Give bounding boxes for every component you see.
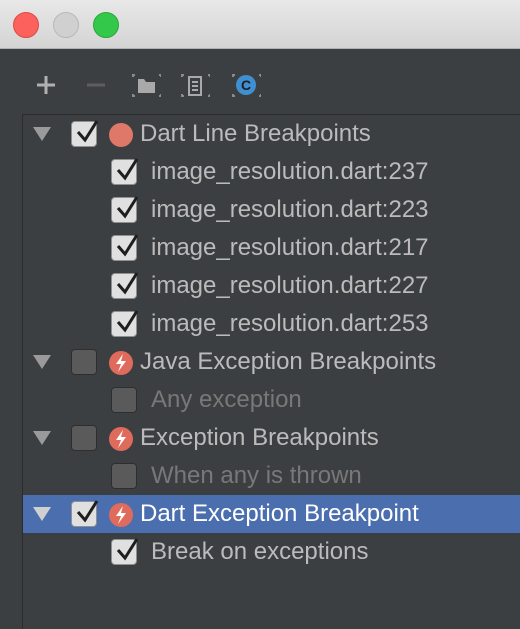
exception-breakpoint-icon [109,427,133,451]
tree-leaf-line-253[interactable]: image_resolution.dart:253 [23,305,520,343]
group-by-file-button[interactable] [131,70,161,100]
tree-leaf-label: image_resolution.dart:223 [151,196,429,223]
checkbox-break-on-exceptions[interactable] [111,538,139,565]
checkbox-any-exception[interactable] [111,387,137,413]
checkbox-exception-breakpoints[interactable] [71,425,97,451]
tree-leaf-label: image_resolution.dart:217 [151,234,429,261]
folder-icon [132,74,161,97]
tree-leaf-any-exception[interactable]: Any exception [23,381,520,419]
checkmark-icon [76,500,99,523]
tree-leaf-break-on-exceptions[interactable]: Break on exceptions [23,533,520,571]
checkbox-line-237[interactable] [111,158,139,185]
minimize-window-button[interactable] [53,12,79,38]
checkbox-when-any-thrown[interactable] [111,463,137,489]
checkbox-line-223[interactable] [111,196,139,223]
checkbox-line-253[interactable] [111,310,139,337]
maximize-window-button[interactable] [93,12,119,38]
tree-leaf-line-237[interactable]: image_resolution.dart:237 [23,153,520,191]
clipboard-icon [181,74,210,97]
expand-triangle-icon[interactable] [33,127,51,141]
tree-node-java-exception-breakpoints[interactable]: Java Exception Breakpoints [23,343,520,381]
class-icon-glyph: C [241,77,251,93]
tree-leaf-label: image_resolution.dart:227 [151,272,429,299]
group-by-class-button[interactable] [180,70,210,100]
checkmark-icon [116,196,139,219]
remove-breakpoint-button[interactable] [81,70,111,100]
exception-breakpoint-icon [109,503,133,527]
tree-node-label: Dart Line Breakpoints [140,120,371,147]
checkbox-line-227[interactable] [111,272,139,299]
tree-node-dart-line-breakpoints[interactable]: Dart Line Breakpoints [23,115,520,153]
checkmark-icon [116,272,139,295]
group-by-package-button[interactable]: C [231,70,261,100]
tree-node-exception-breakpoints[interactable]: Exception Breakpoints [23,419,520,457]
tree-leaf-when-any-thrown[interactable]: When any is thrown [23,457,520,495]
checkmark-icon [116,234,139,257]
checkmark-icon [116,310,139,333]
tree-node-label: Java Exception Breakpoints [140,348,437,375]
add-breakpoint-button[interactable] [31,70,61,100]
line-breakpoint-icon [109,123,133,147]
tree-leaf-line-223[interactable]: image_resolution.dart:223 [23,191,520,229]
tree-leaf-label: Any exception [151,386,302,413]
tree-leaf-label: image_resolution.dart:253 [151,310,429,337]
breakpoints-toolbar: C [0,66,520,106]
tree-node-label: Dart Exception Breakpoint [140,500,419,527]
checkmark-icon [116,538,139,561]
exception-breakpoint-icon [109,351,133,375]
tree-leaf-label: When any is thrown [151,462,362,489]
class-icon: C [232,74,261,97]
breakpoints-tree[interactable]: Dart Line Breakpoints image_resolution.d… [22,114,520,629]
checkmark-icon [76,120,99,143]
window-titlebar [0,0,520,49]
checkbox-dart-line-breakpoints[interactable] [71,120,99,147]
checkmark-icon [116,158,139,181]
checkbox-java-exception-breakpoints[interactable] [71,349,97,375]
checkbox-line-217[interactable] [111,234,139,261]
close-window-button[interactable] [13,12,39,38]
tree-node-dart-exception-breakpoint[interactable]: Dart Exception Breakpoint [23,495,520,533]
tree-node-label: Exception Breakpoints [140,424,379,451]
tree-leaf-line-217[interactable]: image_resolution.dart:217 [23,229,520,267]
tree-leaf-label: image_resolution.dart:237 [151,158,429,185]
add-icon [37,76,55,94]
expand-triangle-icon[interactable] [33,507,51,521]
remove-icon [87,83,105,87]
expand-triangle-icon[interactable] [33,355,51,369]
tree-leaf-line-227[interactable]: image_resolution.dart:227 [23,267,520,305]
tree-leaf-label: Break on exceptions [151,538,369,565]
checkbox-dart-exception-breakpoint[interactable] [71,500,99,527]
expand-triangle-icon[interactable] [33,431,51,445]
